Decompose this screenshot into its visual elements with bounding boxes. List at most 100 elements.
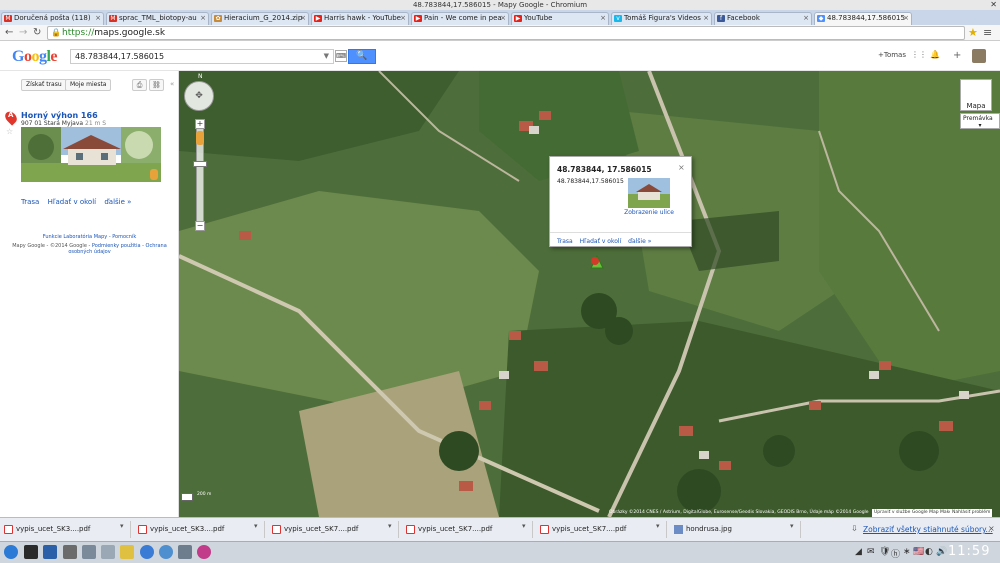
tab-close-icon[interactable]: ×: [903, 13, 909, 24]
tab-close-icon[interactable]: ×: [803, 13, 809, 24]
launcher-screen[interactable]: [43, 545, 57, 559]
zoom-slider-thumb[interactable]: [193, 161, 207, 167]
tab-vimeo[interactable]: v Tomáš Figura's Videos ×: [611, 12, 712, 25]
help-link[interactable]: Pomocník: [112, 234, 136, 240]
search-input[interactable]: 48.783844,17.586015 ▼: [70, 49, 334, 64]
bubble-close-icon[interactable]: ×: [678, 163, 685, 172]
tray-bluetooth-icon[interactable]: ∗: [903, 547, 911, 557]
bubble-more-link[interactable]: ďalšie »: [628, 238, 651, 245]
download-item[interactable]: vypis_ucet_SK3....pdf: [2, 521, 90, 538]
tray-flag-icon[interactable]: 🇺🇸: [913, 547, 924, 557]
avatar[interactable]: [972, 49, 986, 63]
notifications-bell-icon[interactable]: 🔔: [930, 50, 940, 59]
tab-close-icon[interactable]: ×: [400, 13, 406, 24]
launcher-eye[interactable]: [197, 545, 211, 559]
tray-volume-icon[interactable]: 🔊: [936, 547, 947, 557]
tab-maps-active[interactable]: ◆ 48.783844,17.586015 ×: [814, 12, 912, 25]
zoom-in-button[interactable]: +: [195, 119, 205, 129]
address-bar[interactable]: 🔒 https://maps.google.sk: [47, 26, 965, 40]
my-places-button[interactable]: Moje miesta: [65, 79, 112, 91]
bubble-nearby-link[interactable]: Hľadať v okolí: [580, 238, 622, 245]
search-button[interactable]: 🔍: [348, 49, 376, 64]
download-item[interactable]: vypis_ucet_SK3....pdf: [136, 521, 224, 538]
search-nearby-link[interactable]: Hľadať v okolí: [48, 198, 97, 206]
launcher-display[interactable]: [82, 545, 96, 559]
tab-facebook[interactable]: f Facebook ×: [714, 12, 812, 25]
tab-close-icon[interactable]: ×: [300, 13, 306, 24]
download-item[interactable]: vypis_ucet_SK7....pdf: [270, 521, 358, 538]
bookmark-star-icon[interactable]: ★: [968, 26, 978, 39]
share-plus-icon[interactable]: +: [953, 50, 961, 61]
search-dropdown-icon[interactable]: ▼: [324, 50, 329, 63]
download-menu-icon[interactable]: ▾: [120, 522, 124, 530]
tab-close-icon[interactable]: ×: [600, 13, 606, 24]
tray-mail-icon[interactable]: ✉: [867, 547, 875, 557]
tab-close-icon[interactable]: ×: [500, 13, 506, 24]
collapse-panel-icon[interactable]: «: [170, 80, 174, 88]
streetview-thumbnail[interactable]: [628, 178, 670, 208]
tray-shield-icon[interactable]: 🛡: [879, 547, 890, 557]
bubble-directions-link[interactable]: Trasa: [557, 238, 573, 245]
tray-signal-icon[interactable]: ◢: [855, 547, 862, 557]
streetview-pegman-icon[interactable]: [150, 169, 158, 180]
download-menu-icon[interactable]: ▾: [656, 522, 660, 530]
streetview-link[interactable]: Zobrazenie ulice: [622, 209, 676, 216]
launcher-terminal[interactable]: [24, 545, 38, 559]
tab-close-icon[interactable]: ×: [200, 13, 206, 24]
start-menu-icon[interactable]: [4, 545, 18, 559]
more-link[interactable]: ďalšie »: [104, 198, 131, 206]
tray-hp-icon[interactable]: ⓗ: [891, 547, 900, 560]
link-icon[interactable]: ⛓: [149, 79, 164, 91]
launcher-files[interactable]: [63, 545, 77, 559]
show-all-downloads-link[interactable]: Zobraziť všetky stiahnuté súbory...: [863, 525, 993, 534]
map-maker-button[interactable]: Upraviť v službe Google Map Maker: [872, 509, 956, 517]
get-directions-button[interactable]: Získať trasu: [21, 79, 67, 91]
place-photo[interactable]: [21, 127, 161, 182]
launcher-chromium[interactable]: [140, 545, 154, 559]
tab-close-icon[interactable]: ×: [95, 13, 101, 24]
tab-label: Facebook: [727, 14, 760, 22]
save-star-icon[interactable]: ☆: [6, 127, 13, 136]
download-menu-icon[interactable]: ▾: [254, 522, 258, 530]
tab-hieracium[interactable]: ✿ Hieracium_G_2014.zip ×: [211, 12, 309, 25]
browser-menu-icon[interactable]: ≡: [983, 26, 992, 39]
print-icon[interactable]: ⎙: [132, 79, 147, 91]
satellite-map[interactable]: N ✥ + − Mapa Premávka ▾ 48.783844, 17.58…: [179, 71, 1000, 517]
tab-pain[interactable]: ▶ Pain - We come in pea ×: [411, 12, 509, 25]
tab-close-icon[interactable]: ×: [703, 13, 709, 24]
download-item[interactable]: vypis_ucet_SK7....pdf: [404, 521, 492, 538]
tab-harris-hawk[interactable]: ▶ Harris hawk - YouTube ×: [311, 12, 409, 25]
place-name[interactable]: Horný výhon 166: [21, 111, 98, 120]
launcher-globe[interactable]: [159, 545, 173, 559]
forward-icon[interactable]: →: [19, 26, 27, 40]
download-item[interactable]: vypis_ucet_SK7....pdf: [538, 521, 626, 538]
map-type-button[interactable]: Mapa: [960, 79, 992, 111]
download-menu-icon[interactable]: ▾: [388, 522, 392, 530]
tab-sprac[interactable]: M sprac_TML_biotopy-au ×: [106, 12, 209, 25]
download-menu-icon[interactable]: ▾: [522, 522, 526, 530]
tab-youtube[interactable]: ▶ YouTube ×: [511, 12, 609, 25]
tray-battery-icon[interactable]: ◐: [925, 547, 933, 557]
directions-link[interactable]: Trasa: [21, 198, 39, 206]
labs-link[interactable]: Funkcie Laboratória Mapy: [43, 234, 107, 240]
close-downloads-icon[interactable]: ×: [988, 524, 995, 533]
google-logo[interactable]: Google: [12, 48, 57, 66]
launcher-pencil[interactable]: [120, 545, 134, 559]
zoom-out-button[interactable]: −: [195, 221, 205, 231]
tab-inbox[interactable]: M Doručená pošta (118) ×: [1, 12, 104, 25]
reload-icon[interactable]: ↻: [33, 26, 41, 40]
apps-grid-icon[interactable]: ⋮⋮: [911, 50, 927, 59]
back-icon[interactable]: ←: [5, 26, 13, 40]
window-close-icon[interactable]: ✕: [990, 0, 997, 10]
launcher-settings[interactable]: [178, 545, 192, 559]
traffic-layer-button[interactable]: Premávka ▾: [960, 113, 1000, 129]
download-item[interactable]: hondrusa.jpg: [672, 521, 732, 538]
download-menu-icon[interactable]: ▾: [790, 522, 794, 530]
user-link[interactable]: +Tomas: [878, 51, 906, 59]
pegman-icon[interactable]: [196, 131, 204, 145]
report-problem-button[interactable]: Nahlásiť problém: [950, 509, 993, 517]
pan-control[interactable]: ✥: [184, 81, 214, 111]
keyboard-icon[interactable]: ⌨: [335, 50, 347, 62]
launcher-tools[interactable]: [101, 545, 115, 559]
bubble-star-icon[interactable]: ☆: [634, 164, 641, 173]
